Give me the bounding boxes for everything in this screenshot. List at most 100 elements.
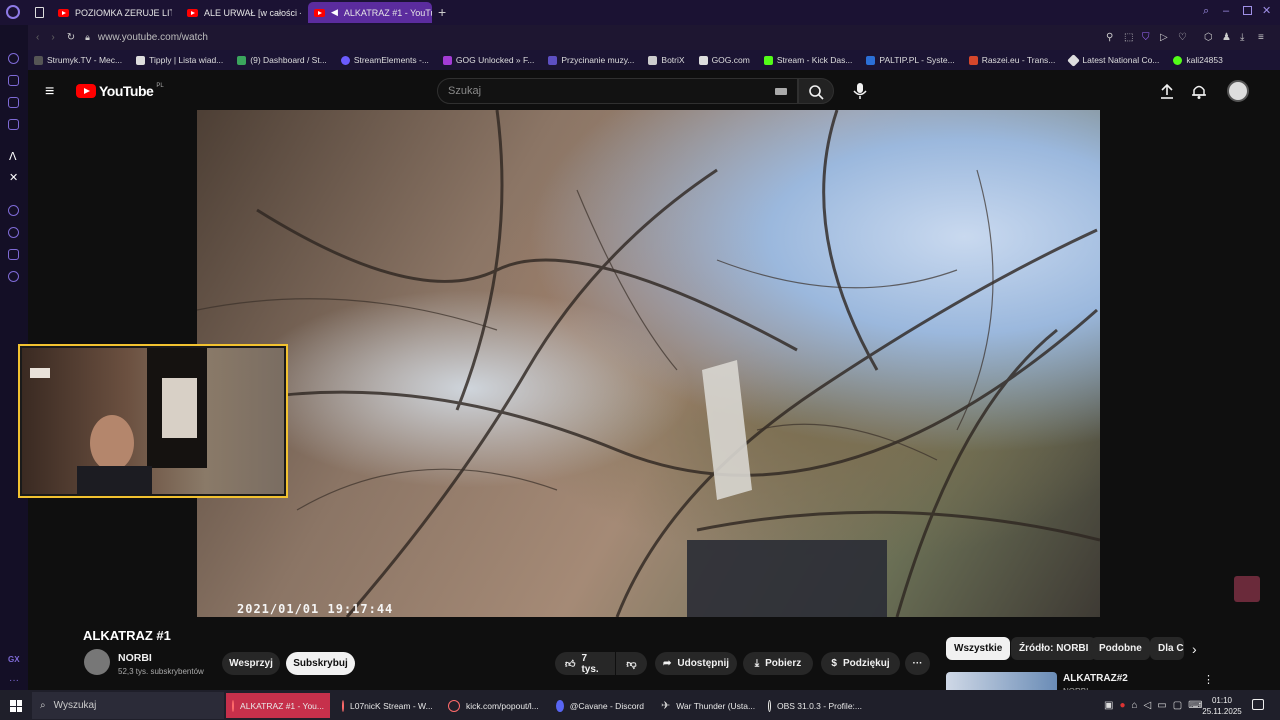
search-button[interactable] [798, 78, 834, 104]
menu-icon[interactable]: ≡ [1258, 32, 1264, 43]
sidebar-settings-icon[interactable] [8, 271, 19, 282]
recommended-thumbnail[interactable] [946, 672, 1057, 690]
voice-search-button[interactable] [848, 80, 872, 102]
tab-alkatraz[interactable]: ◀ ALKATRAZ #1 - YouTu [308, 2, 432, 23]
video-player[interactable]: 2021/01/01 19:17:44 [197, 110, 1100, 617]
subscribe-button[interactable]: Subskrybuj [286, 652, 355, 675]
youtube-logo[interactable]: YouTube PL [76, 83, 164, 99]
chip-all[interactable]: Wszystkie [946, 637, 1011, 660]
taskbar-item-kick[interactable]: kick.com/popout/l... [442, 693, 546, 718]
sidebar-x-icon[interactable]: ✕ [9, 171, 18, 184]
sidebar-ai-icon[interactable] [8, 53, 19, 64]
recommended-menu-icon[interactable]: ⋮ [1203, 673, 1214, 686]
avatar[interactable] [1227, 80, 1249, 102]
opera-logo-icon[interactable] [6, 5, 20, 19]
sidebar-tiktok-icon[interactable]: ᐱ [9, 150, 17, 163]
taskbar-clock[interactable]: 01:10 25.11.2025 [1202, 695, 1242, 717]
taskbar-item-discord[interactable]: @Cavane - Discord [550, 693, 650, 718]
channel-watermark[interactable] [1234, 576, 1260, 602]
thanks-button[interactable]: $ Podziękuj [821, 652, 900, 675]
bookmark-item[interactable]: Raszei.eu - Trans... [968, 55, 1055, 65]
recommended-title[interactable]: ALKATRAZ#2 [1063, 673, 1128, 684]
chip-related[interactable]: Podobne [1091, 637, 1150, 660]
taskbar-item-warthunder[interactable]: ✈ War Thunder (Usta... [655, 693, 757, 718]
bookmark-item[interactable]: GOG.com [698, 55, 750, 65]
sidebar-pinboard-icon[interactable] [8, 249, 19, 260]
bookmark-item[interactable]: Stream - Kick Das... [763, 55, 852, 65]
sidebar-messenger-icon[interactable] [8, 119, 19, 130]
tab-ale-urwal[interactable]: ALE URWAŁ [w całości - [181, 2, 301, 23]
chip-for-you[interactable]: Dla C [1150, 637, 1184, 660]
tray-display-icon[interactable]: ▢ [1173, 700, 1182, 711]
search-input[interactable]: Szukaj [437, 78, 798, 104]
share-button[interactable]: ➦ Udostępnij [655, 652, 737, 675]
sidebar-player-icon[interactable] [8, 205, 19, 216]
back-icon[interactable]: ‹ [36, 32, 39, 43]
bookmark-icon [698, 55, 708, 65]
tray-antivirus-icon[interactable]: ● [1119, 700, 1125, 711]
bookmark-item[interactable]: (9) Dashboard / St... [237, 55, 327, 65]
channel-avatar[interactable] [84, 649, 110, 675]
tray-battery-icon[interactable]: ▭ [1157, 700, 1166, 711]
play-icon[interactable]: ▷ [1160, 32, 1168, 43]
thumbs-up-icon: 👍︎ [565, 658, 576, 670]
bookmark-item[interactable]: Strumyk.TV - Mec... [34, 55, 122, 65]
bookmark-item[interactable]: kali24853 [1173, 55, 1223, 65]
profile-icon[interactable]: ♟ [1222, 32, 1231, 43]
notifications-button[interactable] [1190, 82, 1208, 100]
channel-name[interactable]: NORBI [118, 652, 152, 664]
bookmark-item[interactable]: StreamElements -... [340, 55, 429, 65]
close-icon[interactable]: ✕ [1262, 4, 1271, 17]
bookmark-item[interactable]: Latest National Co... [1067, 53, 1159, 67]
sidebar-history-icon[interactable] [8, 227, 19, 238]
chip-source[interactable]: Źródło: NORBI [1011, 637, 1097, 660]
tray-network-icon[interactable]: ⌂ [1132, 700, 1138, 711]
windows-start-icon[interactable] [10, 700, 22, 712]
taskbar-item-obs[interactable]: OBS 31.0.3 - Profile:... [762, 693, 868, 718]
bookmark-icon [548, 55, 558, 65]
thumbs-down-icon: 👎︎ [626, 658, 637, 670]
bookmark-item[interactable]: Tipply | Lista wiad... [136, 55, 223, 65]
more-actions-button[interactable]: ··· [905, 652, 930, 675]
dislike-button[interactable]: 👎︎ [616, 652, 647, 675]
screenshot-icon[interactable]: ⬚ [1124, 32, 1133, 43]
notifications-center-icon[interactable] [1252, 699, 1264, 710]
vpn-shield-icon[interactable]: ⛉ [1142, 32, 1150, 43]
sidebar-twitch-icon[interactable] [8, 97, 19, 108]
bookmark-item[interactable]: PALTIP.PL - Syste... [866, 55, 955, 65]
taskbar-item-stream[interactable]: L07nicK Stream - W... [336, 693, 438, 718]
download-icon[interactable]: ⤓ [1240, 32, 1244, 43]
search-tabs-icon[interactable]: ⌕ [1203, 5, 1209, 18]
bookmark-item[interactable]: Przycinanie muzy... [548, 55, 634, 65]
heart-icon[interactable]: ♡ [1178, 32, 1187, 43]
taskbar-search[interactable]: ⌕ Wyszukaj [32, 692, 224, 719]
pin-icon[interactable]: ⚲ [1106, 32, 1113, 43]
hamburger-menu-icon[interactable]: ≡ [45, 83, 54, 101]
youtube-region: PL [156, 83, 164, 89]
bookmark-item[interactable]: GOG Unlocked » F... [442, 55, 534, 65]
bookmark-item[interactable]: BotriX [648, 55, 685, 65]
tray-volume-icon[interactable]: ◁ [1144, 700, 1152, 711]
extensions-icon[interactable]: ⬡ [1204, 32, 1213, 43]
reload-icon[interactable]: ↻ [67, 32, 75, 43]
like-button[interactable]: 👍︎ 7 tys. [555, 652, 615, 675]
download-button[interactable]: ⤓ Pobierz [743, 652, 813, 675]
sidebar-more-icon[interactable]: ··· [9, 675, 19, 686]
forward-icon[interactable]: › [51, 32, 54, 43]
new-tab-icon[interactable]: + [438, 4, 446, 20]
keyboard-icon[interactable] [775, 88, 787, 95]
maximize-icon[interactable] [1243, 6, 1252, 15]
tab-poziomka[interactable]: POZIOMKA ZERUJE LITR [52, 2, 172, 23]
url-field[interactable]: www.youtube.com/watch [98, 32, 208, 43]
sidebar-workspace-icon[interactable] [8, 75, 19, 86]
sidebar-gx-icon[interactable]: GX [8, 655, 20, 664]
chevron-right-icon[interactable]: › [1192, 641, 1197, 657]
taskbar-item-youtube[interactable]: ALKATRAZ #1 - You... [226, 693, 330, 718]
support-button[interactable]: Wesprzyj [222, 652, 280, 675]
tray-language-icon[interactable]: ⌨ [1188, 700, 1202, 711]
tray-app-icon[interactable]: ▣ [1104, 700, 1113, 711]
upload-button[interactable] [1158, 82, 1176, 100]
bookmark-icon [968, 55, 978, 65]
minimize-icon[interactable]: – [1223, 5, 1229, 17]
subscriber-count: 52,3 tys. subskrybentów [118, 667, 204, 676]
